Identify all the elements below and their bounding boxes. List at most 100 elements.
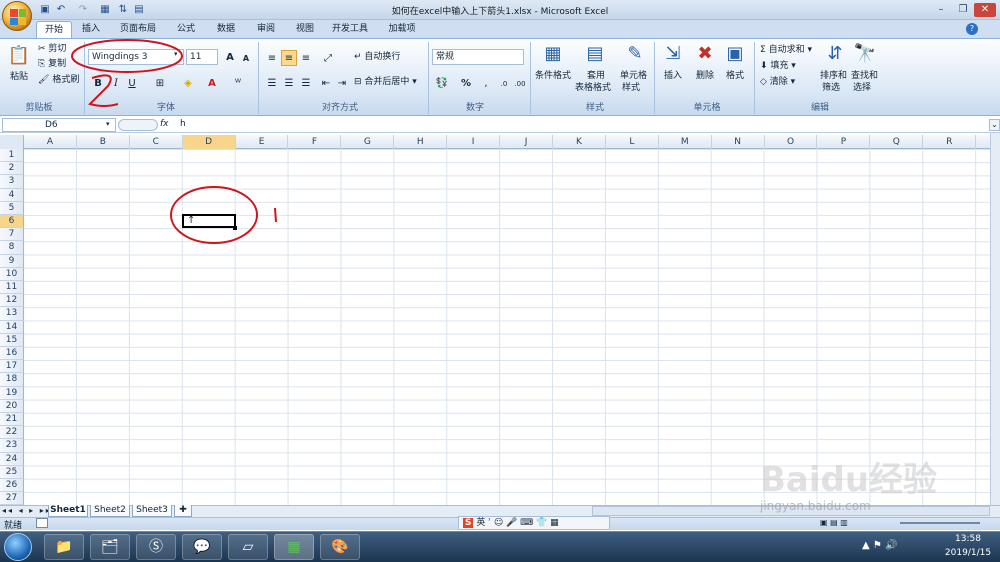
grow-font-icon[interactable]: A bbox=[222, 49, 238, 65]
cell-style-label-2[interactable]: 样式 bbox=[622, 83, 640, 94]
paste-button[interactable]: 粘贴 bbox=[10, 72, 28, 83]
align-center-icon[interactable]: ☰ bbox=[281, 75, 297, 91]
row-header[interactable]: 14 bbox=[0, 320, 24, 334]
font-color-icon[interactable]: A bbox=[204, 75, 220, 91]
select-all-corner[interactable] bbox=[0, 135, 24, 149]
format-cells-button[interactable]: 格式 bbox=[726, 71, 744, 82]
ime-toolbar[interactable]: S 英 ʾ ☺ 🎤 ⌨ 👕 ▦ bbox=[458, 516, 610, 530]
function-button[interactable]: fx bbox=[160, 119, 169, 129]
wrap-text-button[interactable]: ↵ 自动换行 bbox=[354, 52, 400, 63]
row-header[interactable]: 7 bbox=[0, 228, 24, 242]
row-header[interactable]: 23 bbox=[0, 439, 24, 453]
row-header[interactable]: 17 bbox=[0, 360, 24, 374]
column-header[interactable]: J bbox=[500, 135, 553, 149]
table-icon[interactable]: ▤ bbox=[132, 3, 146, 17]
taskbar-wechat-icon[interactable]: 💬 bbox=[182, 534, 222, 560]
align-middle-icon[interactable]: ≡ bbox=[281, 50, 297, 66]
sort-filter-label-1[interactable]: 排序和 bbox=[820, 71, 847, 82]
row-header[interactable]: 4 bbox=[0, 188, 24, 202]
tab-insert[interactable]: 插入 bbox=[75, 21, 107, 38]
delete-cells-icon[interactable]: ✖ bbox=[692, 42, 718, 66]
row-header[interactable]: 26 bbox=[0, 479, 24, 493]
row-header[interactable]: 24 bbox=[0, 452, 24, 466]
increase-decimal-icon[interactable]: .0 bbox=[496, 75, 512, 91]
number-format-select[interactable]: 常规 bbox=[432, 49, 524, 65]
name-box[interactable]: D6 bbox=[2, 118, 116, 132]
tab-formulas[interactable]: 公式 bbox=[168, 21, 204, 38]
find-select-label-2[interactable]: 选择 bbox=[853, 83, 871, 94]
tab-page-layout[interactable]: 页面布局 bbox=[114, 21, 162, 38]
align-bottom-icon[interactable]: ≡ bbox=[298, 50, 314, 66]
currency-icon[interactable]: 💱 bbox=[434, 75, 450, 91]
font-size-select[interactable]: 11 bbox=[186, 49, 218, 65]
minimize-icon[interactable]: – bbox=[930, 3, 952, 17]
find-select-icon[interactable]: 🔭 bbox=[852, 42, 878, 66]
formula-input[interactable]: h bbox=[180, 119, 186, 129]
tab-view[interactable]: 视图 bbox=[287, 21, 323, 38]
italic-button[interactable]: I bbox=[108, 75, 124, 91]
decrease-decimal-icon[interactable]: .00 bbox=[512, 75, 528, 91]
fill-color-icon[interactable]: ◈ bbox=[180, 75, 196, 91]
cut-button[interactable]: ✂ 剪切 bbox=[38, 44, 66, 55]
align-right-icon[interactable]: ☰ bbox=[298, 75, 314, 91]
column-header[interactable]: R bbox=[923, 135, 977, 149]
column-header[interactable]: M bbox=[659, 135, 712, 149]
taskbar-notes-icon[interactable]: ▱ bbox=[228, 534, 268, 560]
autosum-button[interactable]: Σ 自动求和 ▾ bbox=[760, 45, 812, 56]
format-cells-icon[interactable]: ▣ bbox=[722, 42, 748, 66]
row-header[interactable]: 19 bbox=[0, 386, 24, 400]
phonetic-icon[interactable]: ᵂ bbox=[230, 75, 246, 91]
save-icon[interactable]: ▣ bbox=[38, 3, 52, 17]
row-header[interactable]: 6 bbox=[0, 215, 24, 229]
close-icon[interactable]: ✕ bbox=[974, 3, 996, 17]
fill-handle[interactable] bbox=[233, 226, 237, 230]
copy-button[interactable]: ⎘ 复制 bbox=[38, 59, 66, 70]
border-icon[interactable]: ⊞ bbox=[152, 75, 168, 91]
start-button[interactable] bbox=[4, 533, 32, 561]
sort-icon[interactable]: ⇅ bbox=[116, 3, 130, 17]
column-header[interactable]: P bbox=[818, 135, 871, 149]
insert-cells-button[interactable]: 插入 bbox=[664, 71, 682, 82]
office-button[interactable] bbox=[2, 1, 32, 31]
column-header[interactable]: K bbox=[553, 135, 606, 149]
column-header[interactable]: F bbox=[289, 135, 342, 149]
tab-review[interactable]: 审阅 bbox=[248, 21, 284, 38]
clear-button[interactable]: ◇ 清除 ▾ bbox=[760, 77, 795, 88]
restore-icon[interactable]: ❐ bbox=[952, 3, 974, 17]
align-left-icon[interactable]: ☰ bbox=[264, 75, 280, 91]
chevron-down-icon[interactable]: ▾ bbox=[106, 120, 110, 128]
find-select-label-1[interactable]: 查找和 bbox=[851, 71, 878, 82]
table-format-icon[interactable]: ▤ bbox=[582, 42, 608, 66]
row-header[interactable]: 25 bbox=[0, 465, 24, 479]
taskbar-folder-icon[interactable]: 📁 bbox=[44, 534, 84, 560]
column-header[interactable]: C bbox=[130, 135, 183, 149]
paste-icon[interactable]: 📋 bbox=[6, 44, 32, 68]
tab-data[interactable]: 数据 bbox=[208, 21, 244, 38]
font-name-select[interactable]: Wingdings 3 bbox=[88, 49, 184, 65]
tray-icons[interactable]: ▲ ⚑ 🔊 bbox=[862, 540, 897, 551]
row-header[interactable]: 21 bbox=[0, 413, 24, 427]
column-header[interactable]: Q bbox=[870, 135, 924, 149]
underline-button[interactable]: U bbox=[124, 75, 140, 91]
column-header[interactable]: E bbox=[236, 135, 289, 149]
row-header[interactable]: 9 bbox=[0, 254, 24, 268]
sheet-nav-icon[interactable]: ◂◂ ◂ ▸ ▸▸ bbox=[2, 506, 52, 515]
row-header[interactable]: 8 bbox=[0, 241, 24, 255]
row-header[interactable]: 3 bbox=[0, 175, 24, 189]
expand-formula-icon[interactable]: ⌄ bbox=[989, 119, 1000, 131]
fill-button[interactable]: ⬇ 填充 ▾ bbox=[760, 61, 796, 72]
column-header[interactable]: A bbox=[24, 135, 77, 149]
bold-button[interactable]: B bbox=[90, 75, 106, 91]
align-top-icon[interactable]: ≡ bbox=[264, 50, 280, 66]
chart-icon[interactable]: ▦ bbox=[98, 3, 112, 17]
shrink-font-icon[interactable]: A bbox=[238, 50, 254, 66]
column-header[interactable]: N bbox=[712, 135, 765, 149]
table-format-label-2[interactable]: 表格格式 bbox=[575, 83, 611, 94]
merge-center-button[interactable]: ⊟ 合并后居中 ▾ bbox=[354, 77, 417, 88]
new-sheet-icon[interactable]: ✚ bbox=[174, 505, 192, 517]
cell-style-label-1[interactable]: 单元格 bbox=[620, 71, 647, 82]
column-header[interactable]: D bbox=[182, 135, 236, 149]
redo-icon[interactable]: ↷ bbox=[76, 3, 90, 17]
row-header[interactable]: 5 bbox=[0, 201, 24, 215]
row-header[interactable]: 13 bbox=[0, 307, 24, 321]
